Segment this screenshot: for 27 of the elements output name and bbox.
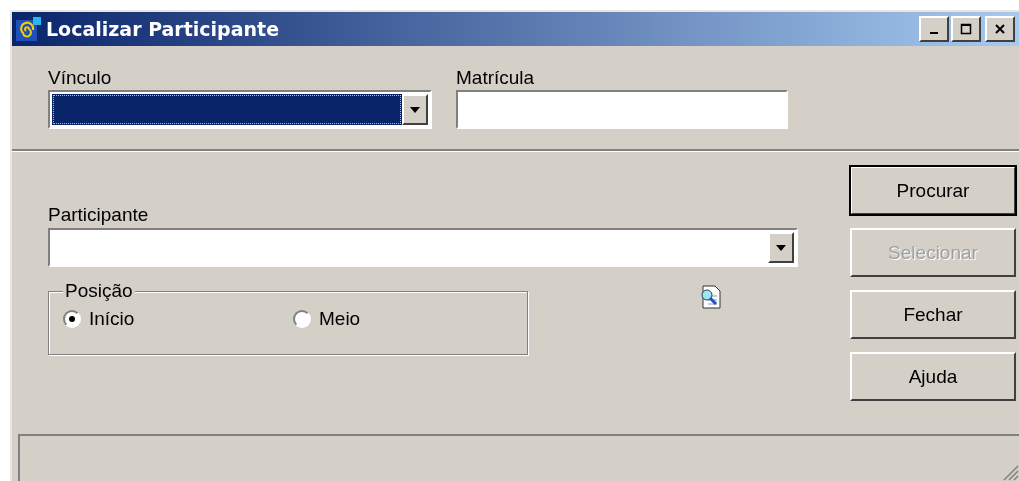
minimize-button[interactable] [919,16,949,42]
dialog-button[interactable]: Ajuda [850,352,1016,401]
dropdown-button[interactable] [402,94,428,125]
caret-icon [776,244,786,251]
field-label: Participante [48,203,150,227]
resize-grip-icon[interactable] [1001,463,1019,481]
spiral-icon [16,17,42,41]
document-search-icon[interactable] [700,285,722,309]
field-label: Vínculo [48,66,113,90]
radio-button[interactable] [63,310,81,328]
close-icon [994,23,1006,35]
field-label: Matrícula [456,66,536,90]
input-field[interactable] [456,90,788,129]
close-button[interactable] [985,16,1015,42]
dialog-button[interactable]: Procurar [850,166,1016,215]
minimize-icon [930,32,938,34]
maximize-button[interactable] [951,16,981,42]
radio-option[interactable]: Meio [293,308,523,330]
dialog-button[interactable]: Fechar [850,290,1016,339]
radio-button[interactable] [293,310,311,328]
window-title: Localizar Participante [46,18,281,40]
dropdown-button[interactable] [768,232,794,263]
maximize-icon [960,23,972,35]
radio-option[interactable]: Início [63,308,293,330]
dropdown-field[interactable] [48,90,432,129]
dropdown-field[interactable] [48,228,798,267]
caret-icon [410,106,420,113]
